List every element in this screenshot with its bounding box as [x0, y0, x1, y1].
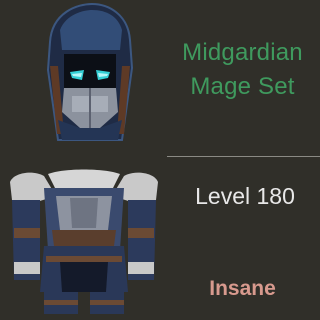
item-info: Midgardian Mage Set Level 180 Insane [165, 0, 320, 320]
item-card[interactable]: Midgardian Mage Set Level 180 Insane [0, 0, 320, 320]
item-name: Midgardian Mage Set [182, 39, 303, 100]
difficulty-label: Insane [209, 277, 276, 300]
item-preview [0, 0, 165, 320]
chestplate-icon [10, 169, 158, 314]
helmet-icon [46, 2, 134, 141]
divider [167, 156, 320, 157]
item-level: Level 180 [195, 183, 295, 209]
